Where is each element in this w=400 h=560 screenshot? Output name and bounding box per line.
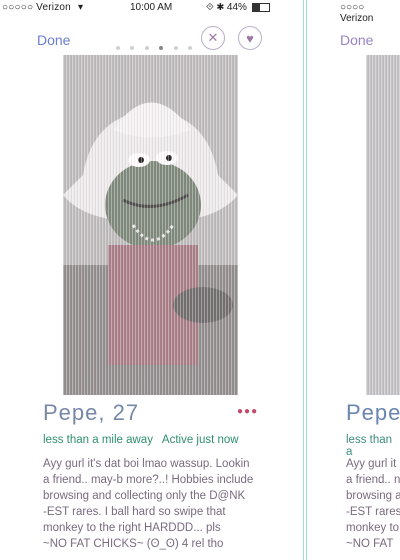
profile-card-duplicate: ○○○○ Verizon Done Pepe, less than a Ayy … bbox=[308, 0, 400, 560]
carrier-label: ○○○○○ Verizon bbox=[2, 2, 71, 13]
bio-line: -EST rares. I ball hard so swipe that bbox=[43, 506, 226, 518]
bluetooth-icon: ✱ bbox=[216, 2, 225, 13]
profile-card: ○○○○○ Verizon ▾ 10:00 AM ⟐ ✱ 44% Done ✕ … bbox=[0, 0, 302, 560]
bio-line: a friend.. may-b more?..! Hobbies includ… bbox=[43, 474, 254, 486]
profile-name: Pepe, bbox=[346, 400, 400, 425]
battery-icon bbox=[251, 2, 270, 12]
profile-photo[interactable] bbox=[63, 55, 238, 395]
bio-line: ~NO FAT bbox=[346, 538, 394, 550]
bio-line: monkey to the right HARDDD... pls bbox=[43, 522, 221, 534]
wifi-icon: ▾ bbox=[78, 2, 84, 13]
profile-name: Pepe, 27 bbox=[43, 400, 140, 425]
close-x-icon[interactable]: ✕ bbox=[201, 26, 225, 50]
page-dot bbox=[116, 46, 120, 50]
bio-line: Ayy gurl it's dat boi lmao wassup. Looki… bbox=[43, 458, 250, 470]
page-dot bbox=[130, 46, 135, 50]
profile-bio: Ayy gurl it a friend.. n browsing a -EST… bbox=[346, 456, 400, 552]
status-bar: ○○○○○ Verizon ▾ 10:00 AM ⟐ ✱ 44% bbox=[0, 0, 302, 16]
profile-meta: less than a mile away Active just now bbox=[43, 434, 239, 446]
panel-divider bbox=[303, 0, 304, 560]
panel-divider bbox=[306, 0, 307, 560]
activity-label: Active just now bbox=[161, 434, 239, 446]
nav-bar: Done ✕ ♥ bbox=[0, 24, 302, 54]
distance-label: less than a bbox=[346, 434, 393, 458]
alarm-icon: ⟐ bbox=[206, 2, 214, 13]
bio-line: ~NO FAT CHICKS~ (ʘ_ʘ) 4 rel tho bbox=[43, 538, 224, 550]
battery-indicator: ⟐ ✱ 44% bbox=[206, 2, 270, 13]
bio-line: -EST rares bbox=[346, 506, 400, 518]
heart-icon[interactable]: ♥ bbox=[238, 26, 262, 50]
bio-line: a friend.. n bbox=[346, 474, 400, 486]
done-button[interactable]: Done bbox=[37, 32, 70, 48]
profile-bio: Ayy gurl it's dat boi lmao wassup. Looki… bbox=[43, 456, 273, 552]
page-dot bbox=[144, 46, 149, 50]
more-options-icon[interactable]: ●●● bbox=[237, 406, 258, 417]
profile-photo[interactable] bbox=[366, 55, 400, 395]
page-dot bbox=[188, 46, 193, 50]
bio-line: monkey to bbox=[346, 522, 400, 534]
bio-line: Ayy gurl it bbox=[346, 458, 397, 470]
battery-percent: 44% bbox=[226, 2, 247, 13]
page-dot-active bbox=[159, 46, 164, 50]
distance-label: less than a mile away bbox=[43, 434, 153, 446]
profile-photo-illustration bbox=[63, 55, 238, 395]
clock: 10:00 AM bbox=[130, 2, 173, 13]
bio-line: browsing a bbox=[346, 490, 400, 502]
carrier-label: ○○○○ Verizon bbox=[340, 2, 374, 24]
page-indicator bbox=[116, 37, 198, 55]
done-button[interactable]: Done bbox=[340, 32, 373, 48]
bio-line: browsing and collecting only the D@NK bbox=[43, 490, 246, 502]
page-dot bbox=[173, 46, 178, 50]
